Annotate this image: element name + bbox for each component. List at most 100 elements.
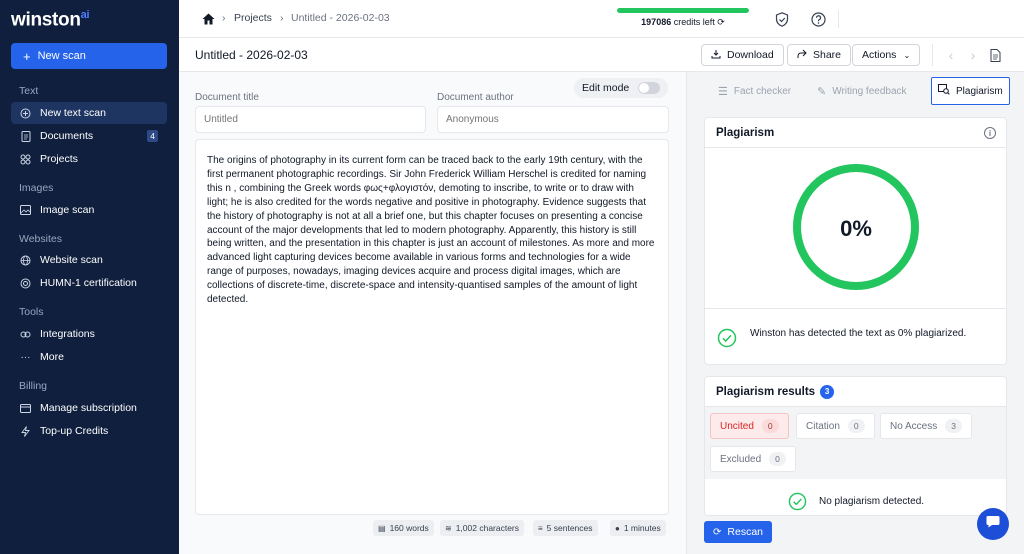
chip-label: Citation	[806, 420, 840, 432]
credits-meter: 197086 credits left ⟳	[617, 8, 749, 28]
toggle-switch[interactable]	[638, 82, 661, 94]
help-icon[interactable]	[809, 10, 827, 28]
word-count-badge: ▤ 160 words	[373, 520, 434, 536]
chat-support-button[interactable]	[977, 508, 1009, 540]
info-icon[interactable]: i	[984, 127, 996, 139]
section-billing: Billing	[19, 380, 48, 392]
reading-time-text: 1 minutes	[623, 523, 661, 533]
breadcrumb-separator-icon: ›	[280, 12, 284, 24]
score-value: 0%	[840, 216, 872, 241]
plagiarism-card-title: Plagiarism	[716, 126, 775, 139]
document-export-icon[interactable]	[986, 46, 1004, 64]
document-icon	[20, 130, 31, 142]
sidebar-item-projects[interactable]: Projects	[11, 148, 167, 170]
tab-fact-checker[interactable]: ☰ Fact checker	[712, 77, 797, 105]
chevron-down-icon: ⌄	[903, 50, 911, 60]
word-count-text: 160 words	[389, 523, 429, 533]
section-tools: Tools	[19, 306, 44, 318]
words-icon: ▤	[378, 523, 386, 533]
actions-button[interactable]: Actions ⌄	[852, 44, 921, 66]
plagiarism-message: Winston has detected the text as 0% plag…	[750, 328, 967, 339]
filter-chip-excluded[interactable]: Excluded 0	[710, 446, 796, 472]
section-text: Text	[19, 85, 39, 97]
edit-mode-label: Edit mode	[582, 82, 630, 94]
share-button[interactable]: Share	[787, 44, 852, 66]
credits-text: 197086 credits left ⟳	[617, 17, 749, 28]
results-count-badge: 3	[820, 384, 835, 399]
previous-arrow-icon[interactable]: ‹	[942, 46, 960, 64]
edit-mode-toggle[interactable]: Edit mode	[574, 78, 669, 98]
tab-writing-feedback[interactable]: ✎ Writing feedback	[811, 77, 913, 105]
tab-label: Writing feedback	[832, 85, 907, 97]
chip-count: 0	[847, 419, 865, 433]
tab-label: Fact checker	[733, 85, 792, 97]
analysis-pane: ☰ Fact checker ✎ Writing feedback Plagia…	[686, 72, 1024, 554]
tab-plagiarism[interactable]: Plagiarism	[931, 77, 1010, 105]
chip-count: 3	[945, 419, 962, 433]
download-button[interactable]: Download	[701, 44, 784, 66]
chip-label: Uncited	[720, 420, 754, 432]
download-label: Download	[727, 49, 774, 61]
chip-count: 0	[769, 452, 786, 466]
divider	[932, 44, 933, 66]
breadcrumb-document: Untitled - 2026-02-03	[291, 12, 390, 24]
filter-chip-uncited[interactable]: Uncited 0	[710, 413, 789, 439]
sidebar-item-image-scan[interactable]: Image scan	[11, 199, 167, 221]
home-icon[interactable]	[199, 10, 217, 28]
document-text-area[interactable]: The origins of photography in its curren…	[195, 139, 669, 515]
next-arrow-icon[interactable]: ›	[964, 46, 982, 64]
plagiarism-score-card: Plagiarism i 0% Winston has detected the…	[704, 117, 1007, 365]
sidebar-item-documents[interactable]: Documents 4	[11, 125, 167, 147]
sidebar-item-new-text-scan[interactable]: New text scan	[11, 102, 167, 124]
lightning-icon	[20, 425, 31, 437]
sidebar-item-integrations[interactable]: Integrations	[11, 323, 167, 345]
target-icon	[20, 278, 31, 289]
sidebar-item-website-scan[interactable]: Website scan	[11, 249, 167, 271]
chip-label: Excluded	[720, 453, 762, 465]
refresh-icon[interactable]: ⟳	[717, 17, 725, 27]
sentences-icon: ≡	[538, 523, 543, 533]
divider	[838, 10, 839, 28]
breadcrumb-separator-icon: ›	[222, 12, 226, 24]
section-websites: Websites	[19, 233, 62, 245]
top-bar: › Projects › Untitled - 2026-02-03 19708…	[179, 0, 1024, 38]
credits-value: 197086	[641, 17, 672, 27]
sidebar-item-topup-credits[interactable]: Top-up Credits	[11, 420, 167, 442]
chip-count: 0	[761, 419, 779, 433]
link-icon	[20, 329, 31, 340]
sidebar-item-label: New text scan	[40, 107, 106, 119]
check-circle-icon	[717, 328, 737, 353]
document-author-input[interactable]	[437, 106, 669, 133]
new-scan-button[interactable]: + New scan	[11, 43, 167, 69]
sidebar-item-label: Documents	[40, 130, 94, 142]
logo[interactable]: winstonai	[11, 9, 90, 31]
share-label: Share	[813, 49, 842, 61]
check-circle-icon	[788, 492, 807, 516]
sidebar-item-manage-subscription[interactable]: Manage subscription	[11, 397, 167, 419]
document-toolbar: Untitled - 2026-02-03 Download Share Act…	[179, 38, 1024, 72]
sidebar-item-label: Top-up Credits	[40, 425, 109, 437]
sidebar-item-humn-certification[interactable]: HUMN-1 certification	[11, 272, 167, 294]
results-card-title: Plagiarism results	[716, 385, 816, 398]
characters-icon: ≋	[445, 523, 452, 533]
sidebar-item-label: Integrations	[40, 328, 95, 340]
filter-chip-citation[interactable]: Citation 0	[796, 413, 875, 439]
divider	[705, 308, 1006, 309]
filter-chip-no-access[interactable]: No Access 3	[880, 413, 972, 439]
shield-check-icon[interactable]	[773, 10, 791, 28]
sentence-count-text: 5 sentences	[546, 523, 593, 533]
character-count-text: 1,002 characters	[455, 523, 520, 533]
card-icon	[20, 403, 31, 414]
plus-circle-icon	[20, 108, 31, 119]
plus-icon: +	[23, 48, 31, 64]
app-root: winstonai + New scan Text New text scan …	[0, 0, 1024, 554]
sidebar-item-label: More	[40, 351, 64, 363]
rescan-button[interactable]: ⟳ Rescan	[704, 521, 772, 543]
rescan-label: Rescan	[727, 526, 763, 538]
breadcrumb-projects[interactable]: Projects	[234, 12, 272, 24]
document-title-input[interactable]	[195, 106, 426, 133]
more-dots-icon: ···	[20, 351, 31, 363]
sidebar-item-label: Image scan	[40, 204, 95, 216]
sidebar-item-more[interactable]: ··· More	[11, 346, 167, 368]
chip-label: No Access	[890, 420, 938, 432]
